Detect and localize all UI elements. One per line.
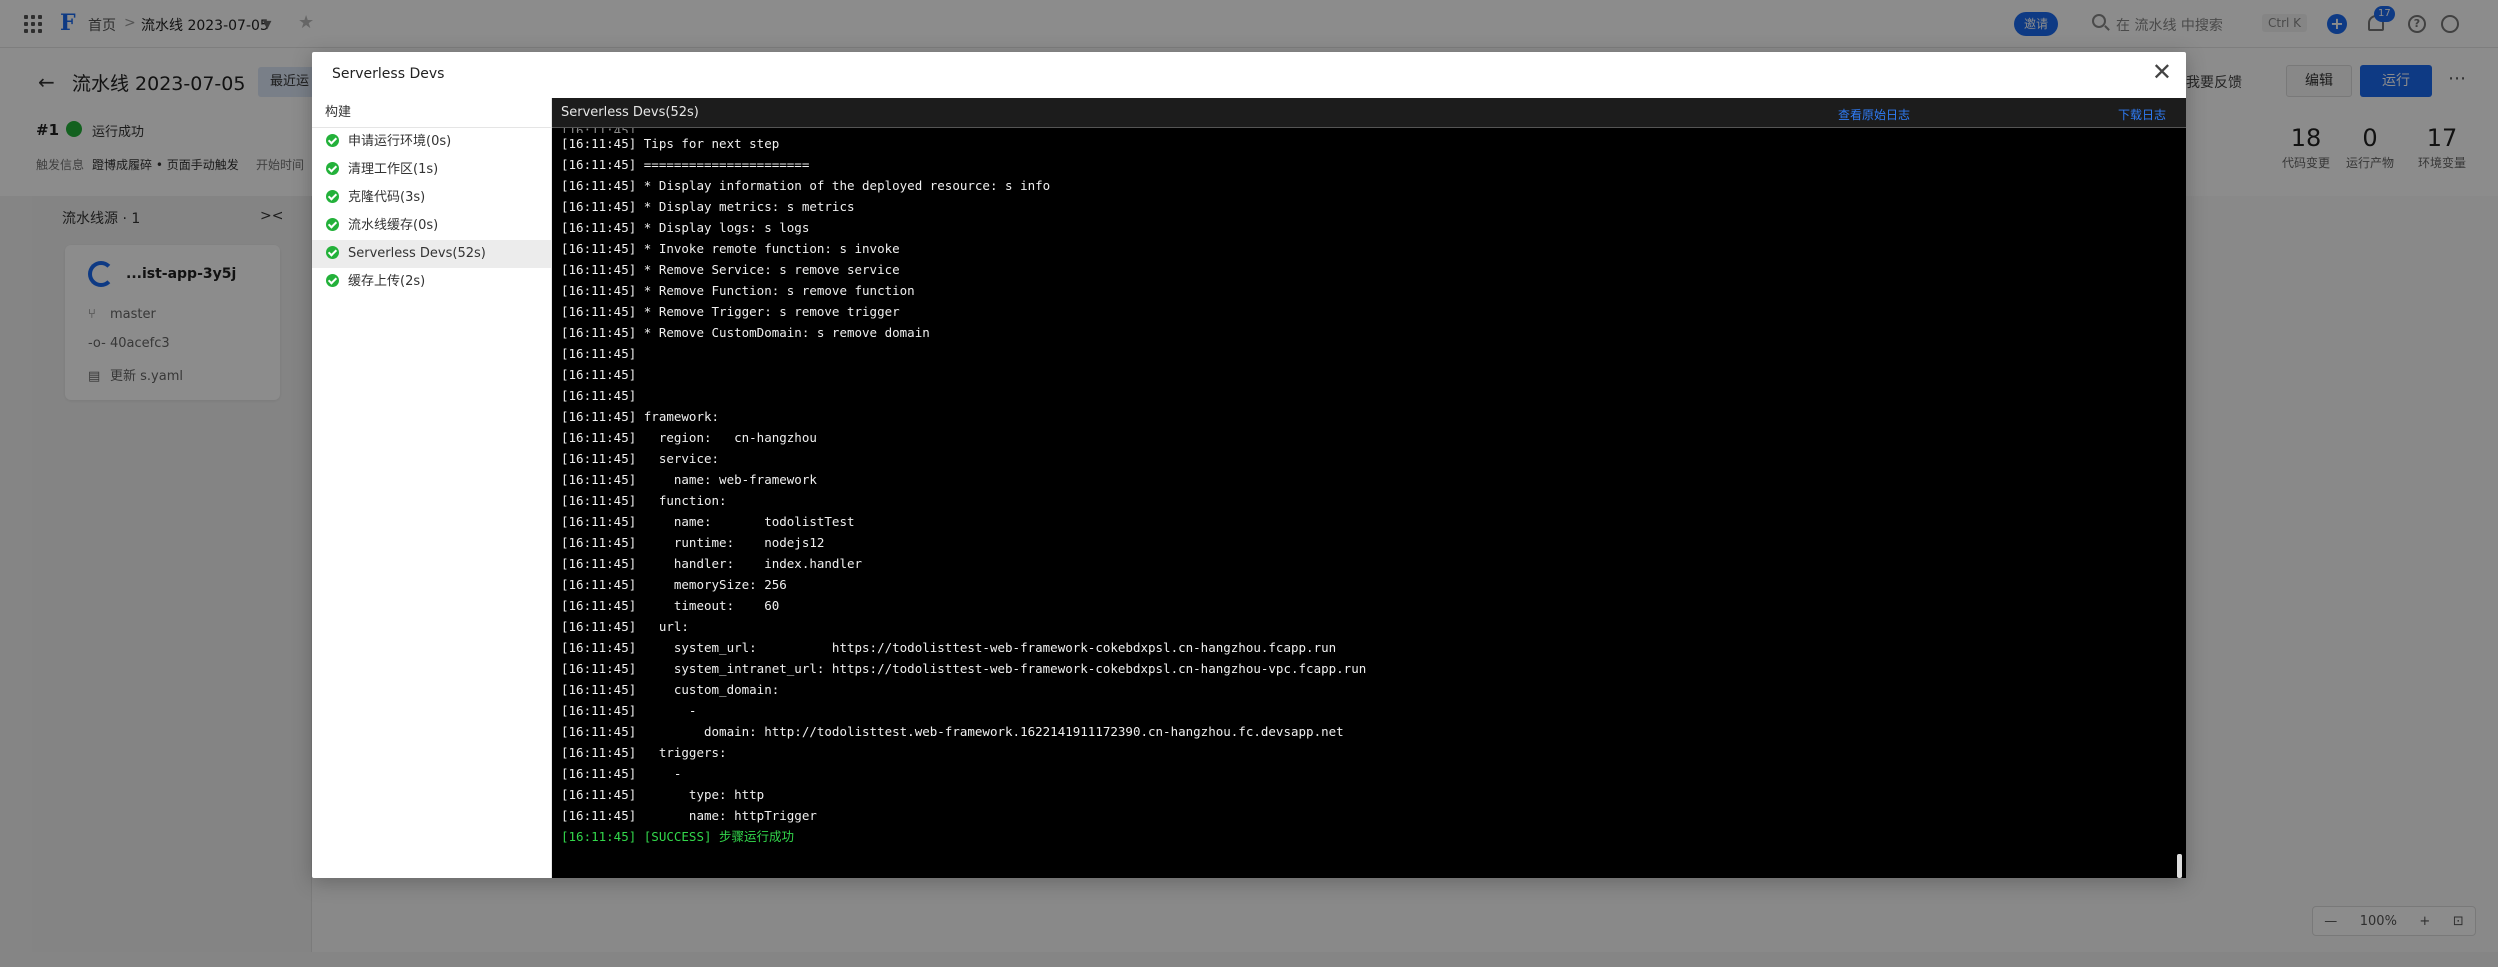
log-line: [16:11:45] * Remove CustomDomain: s remo… — [561, 325, 930, 340]
log-line: [16:11:45] region: cn-hangzhou — [561, 430, 817, 445]
log-output[interactable]: [16:11:45] [16:11:45] Tips for next step… — [552, 128, 2186, 878]
log-line: [16:11:45] — [561, 367, 637, 382]
step-label: Serverless Devs(52s) — [348, 246, 486, 261]
log-line: [16:11:45] * Invoke remote function: s i… — [561, 241, 900, 256]
log-success-line: [16:11:45] [SUCCESS] 步骤运行成功 — [561, 829, 795, 844]
log-line: [16:11:45] function: — [561, 493, 727, 508]
step-item[interactable]: 克隆代码(3s) — [312, 184, 551, 212]
step-item[interactable]: 缓存上传(2s) — [312, 268, 551, 296]
scrollbar-thumb[interactable] — [2177, 854, 2182, 878]
log-line: [16:11:45] — [561, 346, 637, 361]
log-line: [16:11:45] Tips for next step — [561, 136, 780, 151]
check-circle-icon — [326, 218, 339, 231]
log-dialog: Serverless Devs ✕ 构建 申请运行环境(0s) 清理工作区(1s)… — [312, 52, 2186, 878]
log-header: Serverless Devs(52s) 查看原始日志 下载日志 — [552, 98, 2186, 128]
log-line: [16:11:45] service: — [561, 451, 720, 466]
log-line: [16:11:45] custom_domain: — [561, 682, 780, 697]
check-circle-icon — [326, 162, 339, 175]
log-line: [16:11:45] * Remove Service: s remove se… — [561, 262, 900, 277]
log-line: [16:11:45] - — [561, 766, 682, 781]
view-raw-log-link[interactable]: 查看原始日志 — [1838, 106, 1910, 123]
log-line: [16:11:45] url: — [561, 619, 689, 634]
log-line: [16:11:45] - — [561, 703, 697, 718]
dialog-title: Serverless Devs — [332, 66, 445, 82]
log-title: Serverless Devs(52s) — [561, 105, 699, 120]
check-circle-icon — [326, 274, 339, 287]
log-line: [16:11:45] system_url: https://todolistt… — [561, 640, 1337, 655]
check-circle-icon — [326, 190, 339, 203]
log-line: [16:11:45] timeout: 60 — [561, 598, 780, 613]
download-log-link[interactable]: 下载日志 — [2118, 106, 2166, 123]
step-item[interactable]: 清理工作区(1s) — [312, 156, 551, 184]
log-line: [16:11:45] framework: — [561, 409, 720, 424]
log-line: [16:11:45] * Remove Trigger: s remove tr… — [561, 304, 900, 319]
step-list: 构建 申请运行环境(0s) 清理工作区(1s) 克隆代码(3s) 流水线缓存(0s) S… — [312, 98, 552, 878]
step-label: 克隆代码(3s) — [348, 190, 426, 205]
log-line: [16:11:45] domain: http://todolisttest.w… — [561, 724, 1344, 739]
log-line: [16:11:45] * Remove Function: s remove f… — [561, 283, 915, 298]
log-line: [16:11:45] name: todolistTest — [561, 514, 855, 529]
log-line: [16:11:45] memorySize: 256 — [561, 577, 787, 592]
log-line: [16:11:45] — [561, 388, 637, 403]
check-circle-icon — [326, 246, 339, 259]
log-line: [16:11:45] name: httpTrigger — [561, 808, 817, 823]
check-circle-icon — [326, 134, 339, 147]
log-line: [16:11:45] system_intranet_url: https://… — [561, 661, 1367, 676]
step-list-header: 构建 — [312, 98, 551, 128]
step-label: 缓存上传(2s) — [348, 274, 426, 289]
log-line: [16:11:45] triggers: — [561, 745, 727, 760]
log-line: [16:11:45] name: web-framework — [561, 472, 817, 487]
log-panel: Serverless Devs(52s) 查看原始日志 下载日志 [16:11:… — [552, 98, 2186, 878]
close-icon[interactable]: ✕ — [2152, 60, 2172, 84]
log-line: [16:11:45] handler: index.handler — [561, 556, 863, 571]
step-label: 申请运行环境(0s) — [348, 134, 452, 149]
step-label: 流水线缓存(0s) — [348, 218, 439, 233]
step-item[interactable]: 申请运行环境(0s) — [312, 128, 551, 156]
log-line: [16:11:45] runtime: nodejs12 — [561, 535, 825, 550]
log-line: [16:11:45] ====================== — [561, 157, 810, 172]
log-line: [16:11:45] * Display logs: s logs — [561, 220, 810, 235]
step-item[interactable]: Serverless Devs(52s) — [312, 240, 551, 268]
log-line: [16:11:45] * Display information of the … — [561, 178, 1051, 193]
log-line: [16:11:45] * Display metrics: s metrics — [561, 199, 855, 214]
log-line: [16:11:45] type: http — [561, 787, 765, 802]
step-label: 清理工作区(1s) — [348, 162, 439, 177]
step-item[interactable]: 流水线缓存(0s) — [312, 212, 551, 240]
